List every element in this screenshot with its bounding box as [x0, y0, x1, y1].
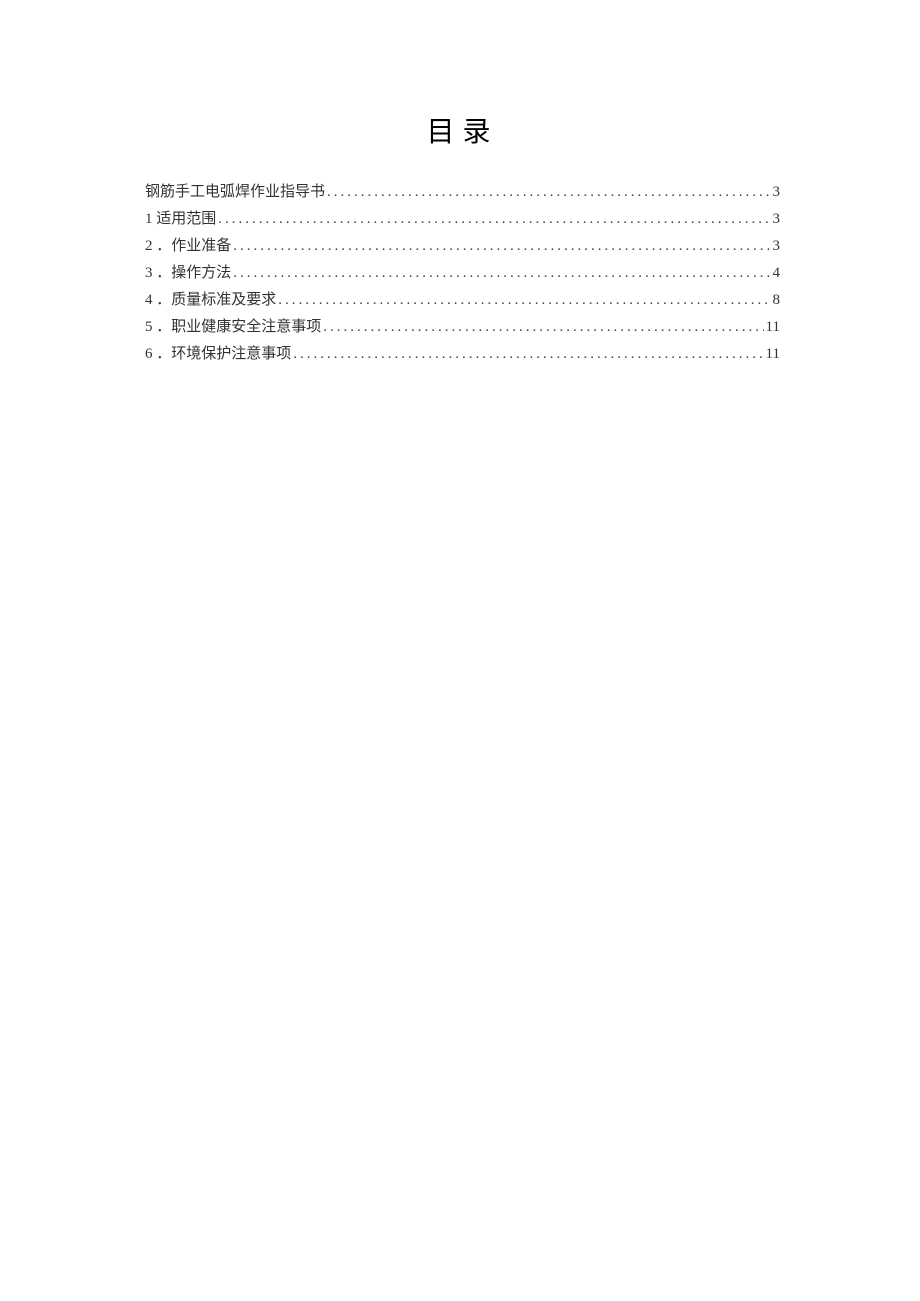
toc-entry-dots	[293, 346, 763, 363]
toc-entry-page: 11	[766, 319, 780, 336]
toc-entry[interactable]: 3 ．操作方法 4	[145, 261, 780, 282]
toc-entry[interactable]: 5 ．职业健康安全注意事项 11	[145, 315, 780, 336]
toc-entry[interactable]: 4 ．质量标准及要求 8	[145, 288, 780, 309]
page-container: 目录 钢筋手工电弧焊作业指导书 3 1 适用范围 3 2 ．作业准备 3 3 ．…	[0, 0, 920, 363]
toc-entry-page: 3	[773, 238, 781, 255]
toc-entry-dots	[233, 265, 770, 282]
toc-entry-page: 11	[766, 346, 780, 363]
toc-entry[interactable]: 2 ．作业准备 3	[145, 234, 780, 255]
toc-entry-page: 3	[773, 211, 781, 228]
toc-entry-dots	[218, 211, 770, 228]
toc-entry-dots	[233, 238, 770, 255]
toc-entry-label: 钢筋手工电弧焊作业指导书	[145, 180, 325, 201]
toc-entry-label: 3 ．操作方法	[145, 261, 231, 282]
toc-entry-label: 5 ．职业健康安全注意事项	[145, 315, 321, 336]
toc-entry-dots	[278, 292, 770, 309]
toc-entry-dots	[323, 319, 763, 336]
toc-list: 钢筋手工电弧焊作业指导书 3 1 适用范围 3 2 ．作业准备 3 3 ．操作方…	[145, 180, 780, 363]
toc-title: 目录	[145, 110, 780, 150]
toc-entry-page: 3	[773, 184, 781, 201]
toc-entry-label: 1 适用范围	[145, 207, 216, 228]
toc-entry[interactable]: 1 适用范围 3	[145, 207, 780, 228]
toc-entry-label: 4 ．质量标准及要求	[145, 288, 276, 309]
toc-entry[interactable]: 钢筋手工电弧焊作业指导书 3	[145, 180, 780, 201]
toc-entry-dots	[327, 184, 770, 201]
toc-entry-label: 6 ．环境保护注意事项	[145, 342, 291, 363]
toc-entry[interactable]: 6 ．环境保护注意事项 11	[145, 342, 780, 363]
toc-entry-page: 8	[773, 292, 781, 309]
toc-entry-page: 4	[773, 265, 781, 282]
toc-entry-label: 2 ．作业准备	[145, 234, 231, 255]
